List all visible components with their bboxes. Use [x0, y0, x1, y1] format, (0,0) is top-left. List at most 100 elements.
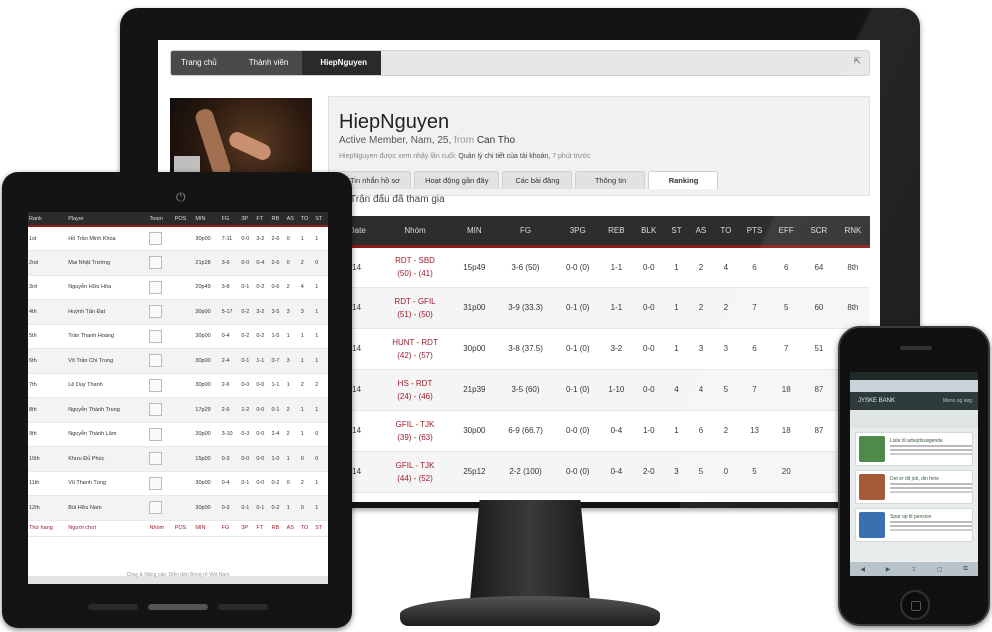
- column-header[interactable]: FG: [495, 216, 556, 248]
- breadcrumb-members[interactable]: Thành viên: [230, 51, 303, 75]
- team-logo-icon[interactable]: [149, 280, 163, 294]
- cell-player[interactable]: Nguyễn Thành Trung: [67, 397, 149, 423]
- cell-player[interactable]: Nguyễn Hữu Hòa: [67, 275, 149, 300]
- menu-button[interactable]: Menu og søg: [943, 392, 972, 410]
- cell-team[interactable]: HS - RDT (24) - (46): [376, 369, 454, 411]
- cell-player[interactable]: Võ Trần Chí Trung: [67, 348, 149, 374]
- cell-player[interactable]: Bùi Hữu Nam: [67, 495, 149, 521]
- share-icon[interactable]: ⇪: [911, 566, 916, 573]
- team-matchup[interactable]: GFIL - TJK: [380, 418, 451, 431]
- card-title[interactable]: Spar op til pension: [890, 514, 931, 520]
- column-header[interactable]: RNK: [835, 216, 870, 248]
- breadcrumb-current[interactable]: HiepNguyen: [302, 51, 381, 75]
- cell-to: 2: [299, 373, 315, 398]
- column-header[interactable]: BLK: [633, 216, 665, 248]
- cell-team[interactable]: GFIL - TJK (44) - (52): [376, 451, 454, 493]
- column-header[interactable]: EFF: [770, 216, 802, 248]
- team-logo-icon[interactable]: [149, 305, 163, 319]
- tab-ranking[interactable]: Ranking: [648, 171, 719, 189]
- team-logo-icon[interactable]: [149, 329, 163, 343]
- phone-card[interactable]: Spar op til pension: [855, 508, 973, 542]
- back-icon[interactable]: ◀: [860, 566, 865, 573]
- cell-player[interactable]: Trần Thanh Hoàng: [67, 324, 149, 349]
- column-header[interactable]: REB: [599, 216, 634, 248]
- cell-reb: 1-1: [599, 246, 634, 288]
- team-matchup[interactable]: HS - RDT: [380, 377, 451, 390]
- phone-card[interactable]: Det er dit job, din ferie: [855, 470, 973, 504]
- team-logo-icon[interactable]: [149, 232, 163, 245]
- column-header[interactable]: MIN: [453, 216, 496, 248]
- team-logo-icon[interactable]: [149, 427, 163, 441]
- tabs-icon[interactable]: ⧉: [963, 566, 967, 573]
- phone-browser-nav: ◀ ▶ ⇪ ▢ ⧉: [850, 562, 978, 576]
- tab-info[interactable]: Thông tin: [575, 171, 646, 189]
- team-logo-icon[interactable]: [149, 403, 163, 417]
- card-title[interactable]: Det er dit job, din ferie: [890, 476, 939, 482]
- column-header[interactable]: TO: [299, 212, 315, 227]
- team-logo-icon[interactable]: [149, 452, 163, 466]
- column-header[interactable]: ST: [314, 212, 328, 227]
- team-matchup[interactable]: GFIL - TJK: [380, 459, 451, 472]
- profile-location[interactable]: Can Tho: [477, 135, 515, 146]
- cell-team[interactable]: RDT - GFIL (51) - (50): [376, 287, 454, 329]
- tablet-button-left[interactable]: [88, 604, 138, 610]
- column-header[interactable]: SCR: [801, 216, 836, 248]
- cell-team: [148, 275, 174, 300]
- column-header[interactable]: PTS: [738, 216, 771, 248]
- team-matchup[interactable]: RDT - GFIL: [380, 295, 451, 308]
- column-header[interactable]: RB: [270, 212, 286, 227]
- breadcrumb-home[interactable]: Trang chủ: [171, 51, 231, 75]
- team-logo-icon[interactable]: [149, 354, 163, 368]
- cell-player[interactable]: Khưu Đủ Phúc: [67, 446, 149, 472]
- cell-player[interactable]: Huỳnh Tấn Đạt: [67, 299, 149, 325]
- cell-reb: 3-2: [599, 328, 634, 370]
- tablet-home-button[interactable]: [148, 604, 208, 610]
- phone-home-button[interactable]: [900, 590, 930, 620]
- team-matchup[interactable]: RDT - SBD: [380, 254, 451, 267]
- column-header[interactable]: POS: [173, 212, 195, 227]
- pin-icon[interactable]: ⇱: [853, 56, 861, 67]
- cell-player[interactable]: Mai Nhật Trường: [67, 250, 149, 276]
- cell-team[interactable]: GFIL - TJK (39) - (63): [376, 410, 454, 452]
- cell-st: 4: [664, 369, 689, 411]
- column-header[interactable]: ST: [664, 216, 689, 248]
- tablet-button-right[interactable]: [218, 604, 268, 610]
- card-title[interactable]: Liste til arbejdssøgende: [890, 438, 943, 444]
- cell-reb: 1-10: [599, 369, 634, 411]
- column-header[interactable]: Player: [67, 212, 149, 227]
- column-header[interactable]: Nhóm: [376, 216, 454, 248]
- column-header[interactable]: FT: [255, 212, 271, 227]
- forward-icon[interactable]: ▶: [886, 566, 891, 573]
- cell-player[interactable]: Vũ Thanh Tùng: [67, 471, 149, 496]
- tab-recent-activity[interactable]: Hoạt động gần đây: [414, 171, 500, 189]
- phone-card[interactable]: Liste til arbejdssøgende: [855, 432, 973, 466]
- last-seen-link[interactable]: Quản lý chi tiết của tài khoản,: [458, 153, 550, 160]
- column-header[interactable]: MIN: [194, 212, 221, 227]
- cell-player[interactable]: Hồ Trần Minh Khoa: [67, 226, 149, 251]
- team-matchup[interactable]: HUNT - RDT: [380, 336, 451, 349]
- column-header[interactable]: Team: [148, 212, 174, 227]
- bookmarks-icon[interactable]: ▢: [937, 566, 943, 573]
- cell-ft: 0-2: [255, 324, 271, 349]
- cell-p3: 0-1 (0): [555, 328, 600, 370]
- column-header[interactable]: Rank: [28, 212, 68, 227]
- column-header[interactable]: TO: [713, 216, 739, 248]
- tab-posts[interactable]: Các bài đăng: [502, 171, 573, 189]
- column-header[interactable]: AS: [285, 212, 300, 227]
- phone-url-bar[interactable]: [850, 380, 978, 392]
- cell-player[interactable]: Nguyễn Thành Lâm: [67, 422, 149, 447]
- column-header[interactable]: 3P: [240, 212, 256, 227]
- column-header[interactable]: FG: [220, 212, 241, 227]
- cell-team[interactable]: HUNT - RDT (42) - (57): [376, 328, 454, 370]
- cell-player[interactable]: Lê Duy Thanh: [67, 373, 149, 398]
- cell-as: 1: [285, 373, 300, 398]
- cell-pts: 5: [738, 451, 771, 493]
- team-logo-icon[interactable]: [149, 256, 163, 270]
- cell-team[interactable]: RDT - SBD (50) - (41): [376, 246, 454, 288]
- team-logo-icon[interactable]: [149, 378, 163, 392]
- column-header[interactable]: 3PG: [555, 216, 600, 248]
- cell-p3: 1-2: [240, 397, 256, 423]
- column-header[interactable]: AS: [688, 216, 714, 248]
- team-logo-icon[interactable]: [149, 476, 163, 490]
- team-logo-icon[interactable]: [149, 501, 163, 515]
